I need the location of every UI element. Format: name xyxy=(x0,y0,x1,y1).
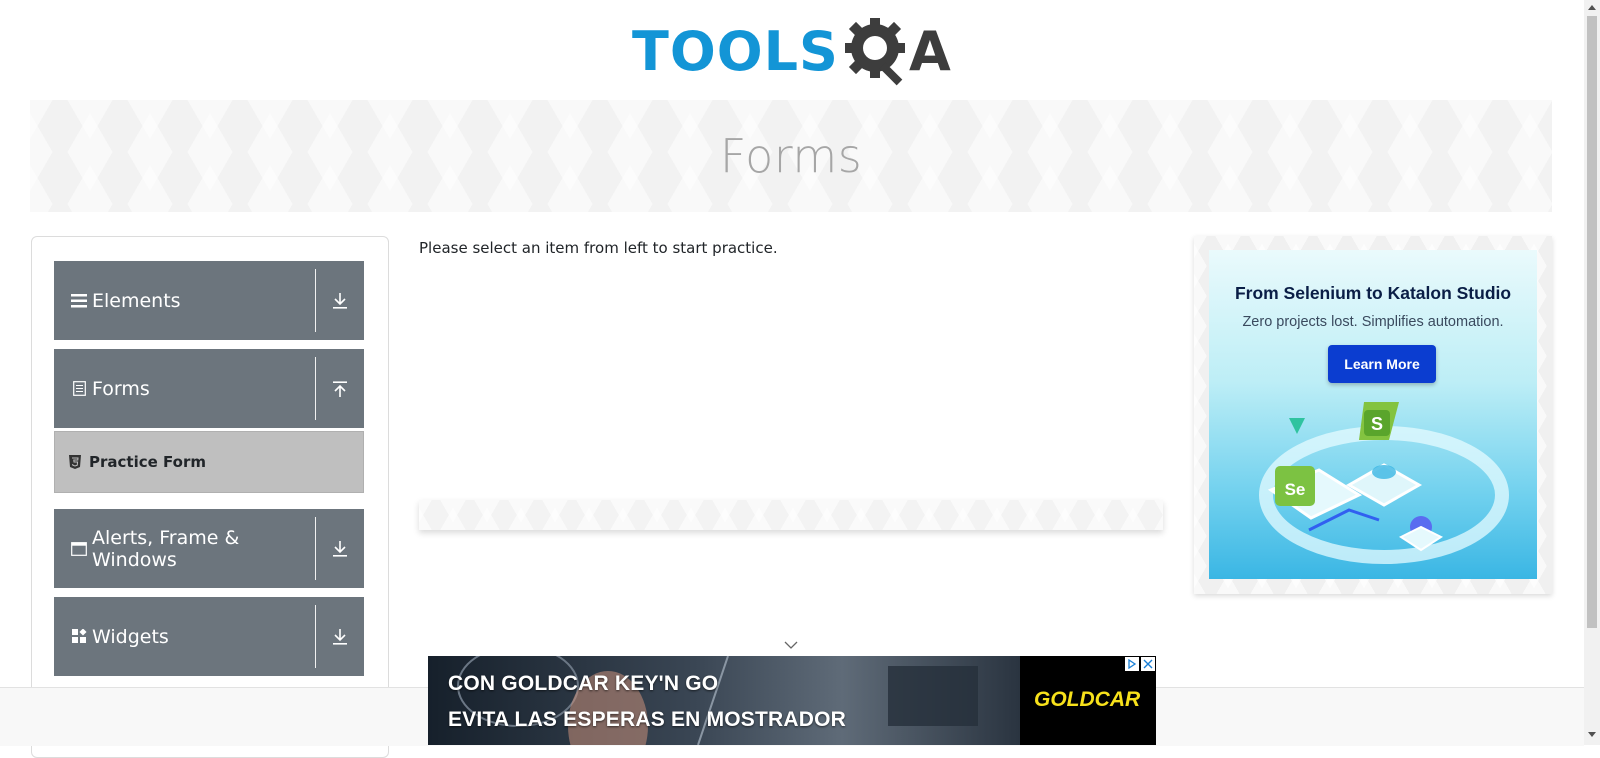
scroll-down-arrow-icon[interactable] xyxy=(1588,732,1596,738)
ad-title: From Selenium to Katalon Studio xyxy=(1234,283,1512,303)
scroll-up-arrow-icon[interactable] xyxy=(1588,4,1596,10)
sidebar-item-practice-form[interactable]: Practice Form xyxy=(54,431,364,493)
widgets-icon xyxy=(70,628,88,646)
download-arrow-icon xyxy=(330,539,350,559)
page-banner: Forms xyxy=(30,100,1552,212)
sidebar-group-label: Elements xyxy=(92,289,181,312)
vertical-scrollbar[interactable] xyxy=(1584,0,1600,745)
ad-line-2: EVITA LAS ESPERAS EN MOSTRADOR xyxy=(448,708,847,731)
svg-text:Se: Se xyxy=(1285,480,1306,499)
document-icon xyxy=(70,380,88,398)
ad-subtitle: Zero projects lost. Simplifies automatio… xyxy=(1242,314,1504,330)
katalon-ad[interactable]: From Selenium to Katalon Studio Zero pro… xyxy=(1209,250,1537,579)
ad-brand: GOLDCAR xyxy=(1034,688,1141,711)
instruction-text: Please select an item from left to start… xyxy=(419,239,778,257)
sidebar: Elements Forms Practice Form Alerts, Fra… xyxy=(31,236,389,758)
scrollbar-thumb[interactable] xyxy=(1587,16,1597,628)
svg-text:S: S xyxy=(1371,414,1383,434)
download-arrow-icon xyxy=(330,627,350,647)
learn-more-button[interactable]: Learn More xyxy=(1328,345,1436,383)
close-icon[interactable] xyxy=(1141,657,1155,671)
divider xyxy=(315,269,316,332)
upload-arrow-icon xyxy=(330,379,350,399)
sidebar-item-label: Practice Form xyxy=(89,453,206,471)
sidebar-group-alerts-frame-windows[interactable]: Alerts, Frame & Windows xyxy=(54,509,364,588)
chevron-down-icon[interactable] xyxy=(783,640,799,650)
ad-illustration: S Se xyxy=(1259,402,1509,564)
divider xyxy=(315,357,316,420)
ad-choices-icon[interactable] xyxy=(1125,657,1139,671)
logo-text-a: A xyxy=(908,20,951,83)
html5-icon xyxy=(69,455,81,469)
hamburger-icon xyxy=(70,292,88,310)
sidebar-group-elements[interactable]: Elements xyxy=(54,261,364,340)
ad-line-1: CON GOLDCAR KEY'N GO xyxy=(448,672,719,695)
gear-magnifier-icon xyxy=(844,18,905,86)
goldcar-ad[interactable]: CON GOLDCAR KEY'N GO EVITA LAS ESPERAS E… xyxy=(428,656,1156,745)
window-icon xyxy=(70,540,88,558)
sidebar-group-widgets[interactable]: Widgets xyxy=(54,597,364,676)
sidebar-group-label: Forms xyxy=(92,377,150,400)
ad-placeholder-strip xyxy=(419,500,1163,530)
divider xyxy=(315,517,316,580)
logo-text-tools: TOOLS xyxy=(632,20,839,83)
sidebar-group-forms[interactable]: Forms xyxy=(54,349,364,428)
download-arrow-icon xyxy=(330,291,350,311)
sidebar-group-label: Alerts, Frame & Windows xyxy=(92,526,240,571)
toolsqa-logo[interactable]: TOOLS A xyxy=(632,14,958,90)
page-title: Forms xyxy=(719,129,863,183)
divider xyxy=(315,605,316,668)
sidebar-group-label: Widgets xyxy=(92,625,169,648)
